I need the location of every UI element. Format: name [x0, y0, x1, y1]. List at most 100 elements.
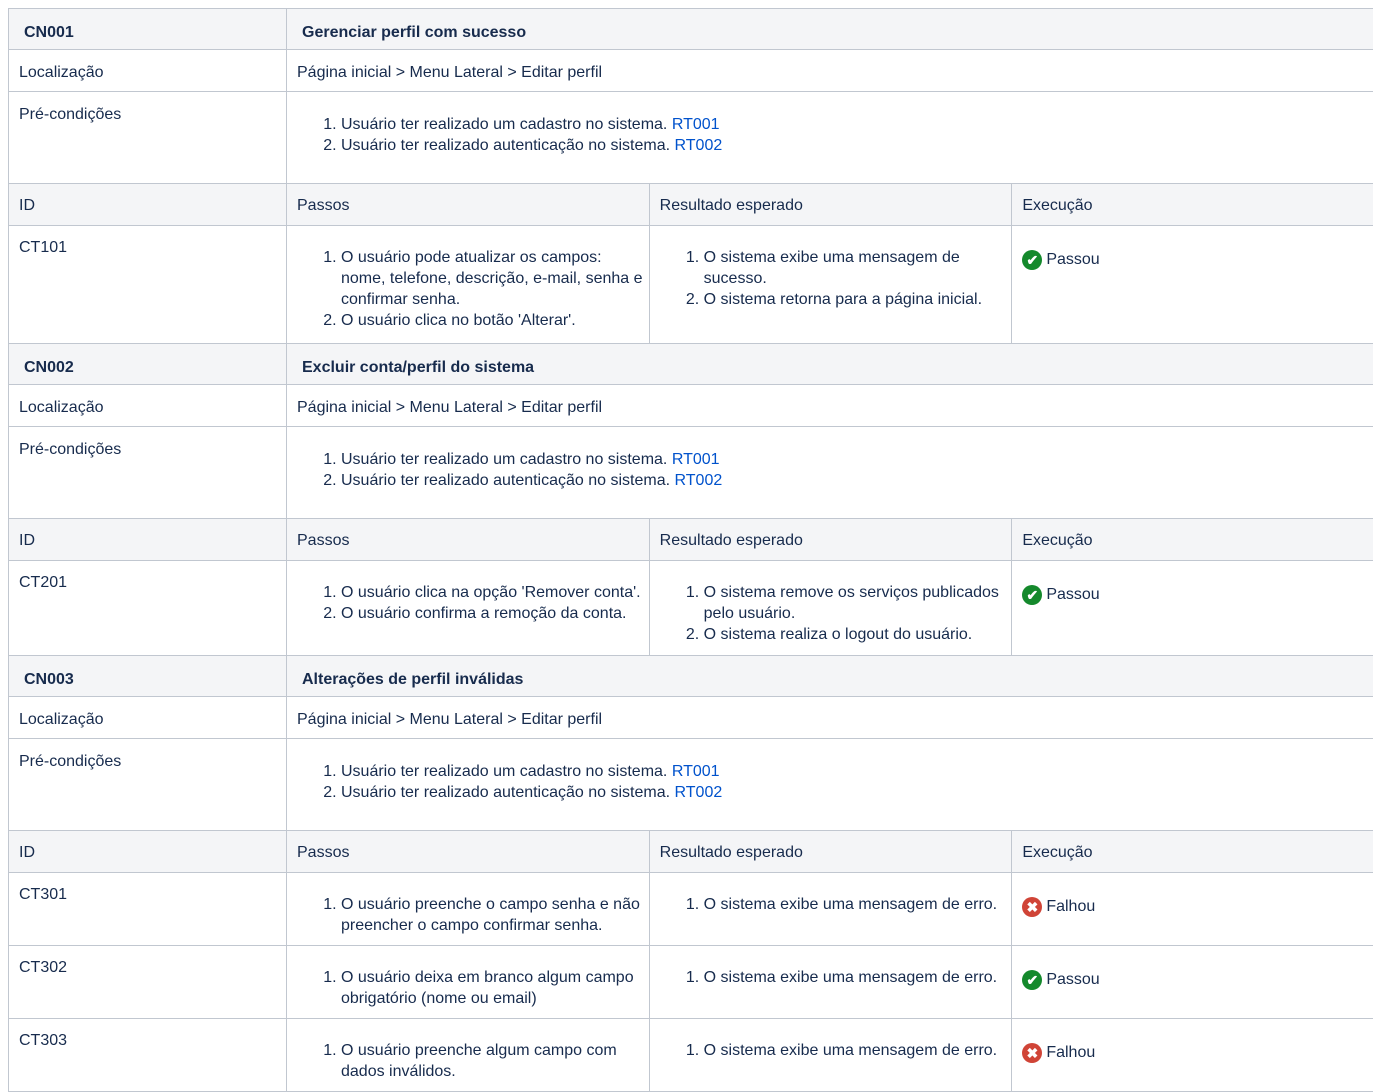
steps-list: O usuário preenche algum campo com dados…: [297, 1040, 649, 1082]
execution-result: Passou: [1046, 249, 1099, 270]
scenario-header-row: CN002Excluir conta/perfil do sistema: [9, 344, 1373, 385]
case-execution-cell: ✔Passou: [1012, 226, 1373, 344]
preconditions-value-cell: Usuário ter realizado um cadastro no sis…: [287, 427, 1373, 519]
case-id-cell: CT101: [9, 226, 287, 344]
scenario-header-row: CN001Gerenciar perfil com sucesso: [9, 9, 1373, 50]
check-circle-icon: ✔: [1022, 970, 1042, 990]
scenario-title-cell: Alterações de perfil inválidas: [287, 656, 1373, 697]
preconditions-list: Usuário ter realizado um cadastro no sis…: [297, 449, 1373, 491]
column-header-expected: Resultado esperado: [660, 844, 803, 861]
scenario-title: Alterações de perfil inválidas: [302, 671, 523, 688]
column-header-id: ID: [19, 197, 35, 214]
case-steps-cell: O usuário clica na opção 'Remover conta'…: [287, 561, 650, 656]
column-header-expected: Resultado esperado: [660, 197, 803, 214]
precondition-text: Usuário ter realizado autenticação no si…: [341, 784, 675, 801]
column-header-steps-cell: Passos: [287, 519, 650, 561]
scenario-title-cell: Gerenciar perfil com sucesso: [287, 9, 1373, 50]
steps-list-item: O usuário deixa em branco algum campo ob…: [341, 967, 649, 1009]
expected-list-item: O sistema exibe uma mensagem de erro.: [704, 967, 1012, 988]
preconditions-value-cell: Usuário ter realizado um cadastro no sis…: [287, 92, 1373, 184]
check-circle-icon: ✔: [1022, 250, 1042, 270]
location-row: Localização Página inicial > Menu Lateral…: [9, 697, 1373, 739]
case-column-header-row: IDPassosResultado esperadoExecução: [9, 519, 1373, 561]
precondition-text: Usuário ter realizado um cadastro no sis…: [341, 116, 672, 133]
requirement-link[interactable]: RT001: [672, 116, 720, 133]
requirement-link[interactable]: RT001: [672, 763, 720, 780]
steps-list: O usuário clica na opção 'Remover conta'…: [297, 582, 649, 624]
location-label: Localização: [19, 64, 104, 81]
precondition-item: Usuário ter realizado um cadastro no sis…: [341, 114, 1373, 135]
case-steps-cell: O usuário deixa em branco algum campo ob…: [287, 946, 650, 1019]
steps-list-item: O usuário pode atualizar os campos: nome…: [341, 247, 649, 310]
execution-status: ✔Passou: [1022, 572, 1373, 605]
case-execution-cell: ✖Falhou: [1012, 873, 1373, 946]
column-header-execution-cell: Execução: [1012, 184, 1373, 226]
location-label-cell: Localização: [9, 385, 287, 427]
expected-list-item: O sistema remove os serviços publicados …: [704, 582, 1012, 624]
execution-result: Falhou: [1046, 896, 1095, 917]
case-expected-cell: O sistema exibe uma mensagem de erro.: [649, 946, 1012, 1019]
preconditions-row: Pré-condições Usuário ter realizado um ca…: [9, 427, 1373, 519]
column-header-steps: Passos: [297, 532, 349, 549]
case-column-header-row: ID Passos Resultado esperado Execução: [9, 184, 1373, 226]
location-value-cell: Página inicial > Menu Lateral > Editar p…: [287, 385, 1373, 427]
case-id-cell: CT303: [9, 1019, 287, 1092]
preconditions-label-cell: Pré-condições: [9, 739, 287, 831]
scenario-id-cell: CN002: [9, 344, 287, 385]
expected-list: O sistema exibe uma mensagem de sucesso.…: [660, 247, 1012, 310]
expected-list-item: O sistema exibe uma mensagem de erro.: [704, 894, 1012, 915]
column-header-id: ID: [19, 532, 35, 549]
location-value-cell: Página inicial > Menu Lateral > Editar p…: [287, 50, 1373, 92]
case-execution-cell: ✖Falhou: [1012, 1019, 1373, 1092]
x-circle-icon: ✖: [1022, 897, 1042, 917]
test-case-row: CT302 O usuário deixa em branco algum cam…: [9, 946, 1373, 1019]
scenario-title-cell: Excluir conta/perfil do sistema: [287, 344, 1373, 385]
precondition-text: Usuário ter realizado autenticação no si…: [341, 137, 675, 154]
location-row: Localização Página inicial > Menu Lateral…: [9, 50, 1373, 92]
steps-list-item: O usuário clica na opção 'Remover conta'…: [341, 582, 649, 603]
requirement-link[interactable]: RT002: [675, 472, 723, 489]
column-header-execution: Execução: [1022, 844, 1092, 861]
case-id-cell: CT301: [9, 873, 287, 946]
test-case-row: CT101 O usuário pode atualizar os campos:…: [9, 226, 1373, 344]
requirement-link[interactable]: RT001: [672, 451, 720, 468]
execution-status: ✔Passou: [1022, 957, 1373, 990]
column-header-steps-cell: Passos: [287, 831, 650, 873]
expected-list: O sistema exibe uma mensagem de erro.: [660, 1040, 1012, 1061]
case-expected-cell: O sistema exibe uma mensagem de erro.: [649, 873, 1012, 946]
case-id-cell: CT302: [9, 946, 287, 1019]
location-label: Localização: [19, 711, 104, 728]
column-header-execution: Execução: [1022, 197, 1092, 214]
location-breadcrumb: Página inicial > Menu Lateral > Editar p…: [297, 711, 602, 728]
expected-list-item: O sistema exibe uma mensagem de sucesso.: [704, 247, 1012, 289]
preconditions-label-cell: Pré-condições: [9, 92, 287, 184]
test-case-table-body: CN001Gerenciar perfil com sucessoLocaliz…: [9, 9, 1373, 1092]
expected-list-item: O sistema realiza o logout do usuário.: [704, 624, 1012, 645]
test-case-row: CT201O usuário clica na opção 'Remover c…: [9, 561, 1373, 656]
preconditions-label: Pré-condições: [19, 753, 121, 770]
precondition-item: Usuário ter realizado autenticação no si…: [341, 782, 1373, 803]
expected-list-item: O sistema exibe uma mensagem de erro.: [704, 1040, 1012, 1061]
column-header-expected-cell: Resultado esperado: [649, 184, 1012, 226]
expected-list: O sistema exibe uma mensagem de erro.: [660, 894, 1012, 915]
location-label-cell: Localização: [9, 50, 287, 92]
case-steps-cell: O usuário preenche o campo senha e não p…: [287, 873, 650, 946]
case-column-header-row: IDPassosResultado esperadoExecução: [9, 831, 1373, 873]
precondition-text: Usuário ter realizado um cadastro no sis…: [341, 763, 672, 780]
precondition-item: Usuário ter realizado um cadastro no sis…: [341, 449, 1373, 470]
preconditions-label: Pré-condições: [19, 441, 121, 458]
test-case-row: CT301 O usuário preenche o campo senha e …: [9, 873, 1373, 946]
case-id: CT301: [19, 886, 67, 903]
location-breadcrumb: Página inicial > Menu Lateral > Editar p…: [297, 399, 602, 416]
preconditions-row: Pré-condições Usuário ter realizado um ca…: [9, 92, 1373, 184]
case-expected-cell: O sistema remove os serviços publicados …: [649, 561, 1012, 656]
check-circle-icon: ✔: [1022, 585, 1042, 605]
location-value-cell: Página inicial > Menu Lateral > Editar p…: [287, 697, 1373, 739]
requirement-link[interactable]: RT002: [675, 784, 723, 801]
steps-list-item: O usuário preenche algum campo com dados…: [341, 1040, 649, 1082]
case-execution-cell: ✔Passou: [1012, 946, 1373, 1019]
column-header-steps-cell: Passos: [287, 184, 650, 226]
column-header-id-cell: ID: [9, 184, 287, 226]
requirement-link[interactable]: RT002: [675, 137, 723, 154]
steps-list: O usuário pode atualizar os campos: nome…: [297, 247, 649, 331]
